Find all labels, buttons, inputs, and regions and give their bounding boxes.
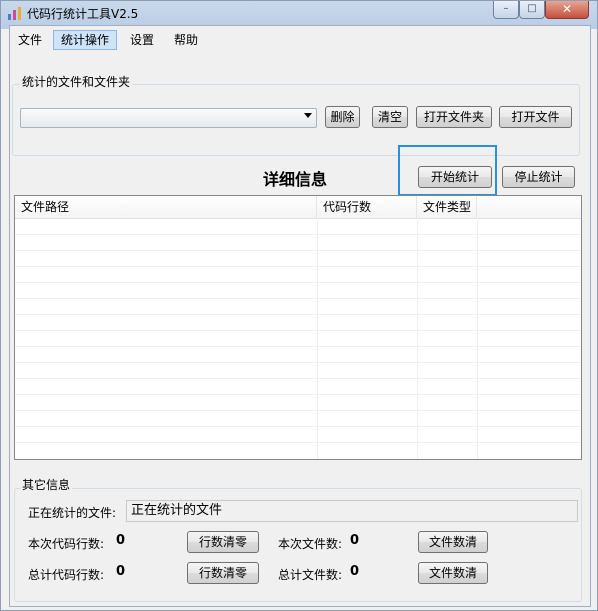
total-files-label: 总计文件数: xyxy=(278,568,343,582)
list-row-line xyxy=(15,250,581,251)
current-files-value: 0 xyxy=(350,533,360,548)
details-list[interactable]: 文件路径 代码行数 文件类型 xyxy=(14,195,582,460)
column-file-path[interactable]: 文件路径 xyxy=(15,196,317,218)
client-area: 文件 统计操作 设置 帮助 统计的文件和文件夹 删除 清空 打开文件夹 打开文件… xyxy=(9,25,591,607)
menu-statistics[interactable]: 统计操作 xyxy=(53,30,118,50)
column-divider xyxy=(417,218,418,459)
clear-files-button[interactable]: 文件数清 xyxy=(418,531,488,553)
total-lines-label: 总计代码行数: xyxy=(28,568,105,582)
clear-total-lines-button[interactable]: 行数清零 xyxy=(187,562,259,584)
list-row-line xyxy=(15,410,581,411)
column-divider xyxy=(317,218,318,459)
menu-file[interactable]: 文件 xyxy=(11,30,49,50)
clear-total-files-button[interactable]: 文件数清 xyxy=(418,562,488,584)
app-window: 代码行统计工具V2.5 – □ ✕ 文件 统计操作 设置 帮助 统计的文件和文件… xyxy=(0,0,598,611)
current-lines-label: 本次代码行数: xyxy=(28,537,105,551)
stop-button[interactable]: 停止统计 xyxy=(502,166,575,188)
list-row-line xyxy=(15,298,581,299)
title-bar[interactable]: 代码行统计工具V2.5 – □ ✕ xyxy=(1,1,597,25)
list-row-line xyxy=(15,282,581,283)
list-row-line xyxy=(15,442,581,443)
counting-file-label: 正在统计的文件: xyxy=(28,506,117,520)
list-header: 文件路径 代码行数 文件类型 xyxy=(15,196,581,219)
other-info-label: 其它信息 xyxy=(20,476,73,493)
current-files-label: 本次文件数: xyxy=(278,537,343,551)
clear-button[interactable]: 清空 xyxy=(372,106,408,128)
menu-bar: 文件 统计操作 设置 帮助 xyxy=(10,28,590,50)
files-combo[interactable] xyxy=(20,108,317,128)
list-row-line xyxy=(15,234,581,235)
delete-button[interactable]: 删除 xyxy=(325,106,360,128)
start-button[interactable]: 开始统计 xyxy=(418,166,492,188)
column-divider xyxy=(477,218,478,459)
column-line-count[interactable]: 代码行数 xyxy=(317,196,417,218)
total-lines-value: 0 xyxy=(116,564,126,579)
clear-lines-button[interactable]: 行数清零 xyxy=(187,531,259,553)
list-row-line xyxy=(15,266,581,267)
maximize-icon[interactable]: □ xyxy=(519,1,545,19)
list-row-line xyxy=(15,314,581,315)
list-row-line xyxy=(15,362,581,363)
menu-settings[interactable]: 设置 xyxy=(123,30,161,50)
current-lines-value: 0 xyxy=(116,533,126,548)
details-heading: 详细信息 xyxy=(263,170,328,189)
list-row-line xyxy=(15,346,581,347)
files-group-label: 统计的文件和文件夹 xyxy=(20,73,133,90)
window-title: 代码行统计工具V2.5 xyxy=(27,7,139,21)
chevron-down-icon xyxy=(304,113,312,118)
bar-chart-icon xyxy=(8,7,21,20)
list-row-line xyxy=(15,426,581,427)
open-folder-button[interactable]: 打开文件夹 xyxy=(416,106,492,128)
menu-help[interactable]: 帮助 xyxy=(167,30,205,50)
total-files-value: 0 xyxy=(350,564,360,579)
column-file-type[interactable]: 文件类型 xyxy=(417,196,477,218)
list-row-line xyxy=(15,378,581,379)
counting-file-field: 正在统计的文件 xyxy=(126,500,578,522)
list-row-line xyxy=(15,330,581,331)
minimize-icon[interactable]: – xyxy=(493,1,519,19)
open-file-button[interactable]: 打开文件 xyxy=(499,106,572,128)
list-row-line xyxy=(15,394,581,395)
close-icon[interactable]: ✕ xyxy=(545,1,589,19)
